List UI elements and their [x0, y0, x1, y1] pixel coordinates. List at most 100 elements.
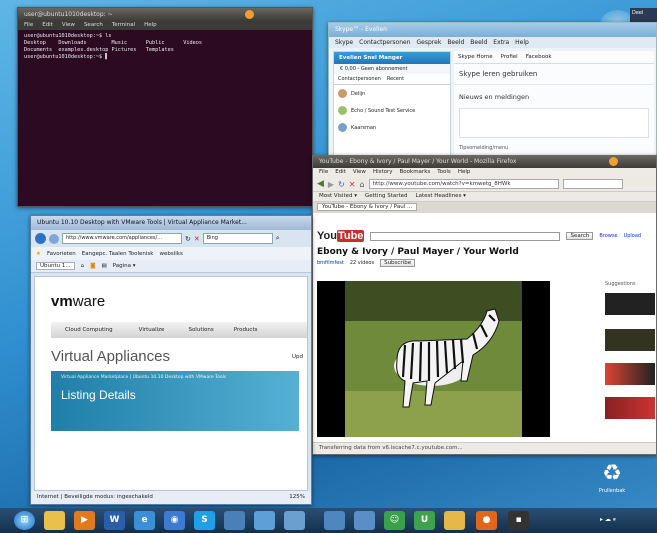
youtube-browse-link[interactable]: Browse	[599, 233, 617, 239]
vmware-nav-cloud[interactable]: Cloud Computing	[51, 327, 127, 333]
suggested-video-thumb[interactable]	[605, 397, 655, 419]
firefox-menu-help[interactable]: Help	[458, 169, 471, 176]
youtube-upload-link[interactable]: Upload	[624, 233, 642, 239]
youtube-search-input[interactable]	[370, 231, 561, 241]
chrome-icon[interactable]: ◉	[164, 511, 185, 530]
firefox-window[interactable]: YouTube - Ebony & Ivory / Paul Mayer / Y…	[312, 155, 657, 455]
skype-menu-contacts[interactable]: Contactpersonen	[359, 39, 410, 46]
skype-learn[interactable]: Skype leren gebruiken	[454, 64, 654, 84]
skype-tab-home[interactable]: Skype Home	[458, 54, 493, 60]
bookmark-most-visited[interactable]: Most Visited ▾	[319, 193, 357, 200]
ie-webslices[interactable]: websliks	[159, 251, 182, 257]
vmware-nav-solutions[interactable]: Solutions	[176, 327, 225, 333]
forward-icon[interactable]: ▶	[328, 180, 334, 189]
firefox-menu-edit[interactable]: Edit	[335, 169, 346, 176]
ie-page-menu[interactable]: Pagina ▾	[113, 263, 136, 269]
terminal-menu-edit[interactable]: Edit	[42, 22, 53, 29]
media-player-icon[interactable]: ▶	[74, 511, 95, 530]
skype-menu-call[interactable]: Gesprek	[417, 39, 442, 46]
bookmark-getting-started[interactable]: Getting Started	[365, 193, 408, 200]
back-icon[interactable]: ◀	[317, 179, 324, 189]
channel-videos[interactable]: 22 videos	[350, 260, 374, 266]
refresh-icon[interactable]: ↻	[185, 235, 191, 243]
skype-menu-view[interactable]: Beeld	[447, 39, 464, 46]
terminal-menu-search[interactable]: Search	[84, 22, 103, 29]
start-button[interactable]: ⊞	[14, 511, 35, 530]
search-engine-icon[interactable]	[562, 179, 623, 189]
tab-youtube[interactable]: YouTube - Ebony & Ivory / Paul ...	[317, 203, 418, 211]
terminal-menu-help[interactable]: Help	[144, 22, 157, 29]
skype-tab-recent[interactable]: Recent	[387, 76, 404, 82]
vmware-logo[interactable]: vmware	[35, 277, 307, 310]
skype-titlebar[interactable]: Skype™ - Evelien	[329, 23, 656, 37]
print-icon[interactable]: ▤	[101, 263, 106, 269]
recycle-bin-icon[interactable]: ♻ Prullenbak	[597, 460, 627, 500]
suggested-video-thumb[interactable]	[605, 293, 655, 315]
skype-tab-profile[interactable]: Profiel	[501, 54, 518, 60]
search-icon[interactable]: ⌕	[276, 234, 280, 243]
skype-credit[interactable]: € 0,00 - Geen abonnement	[334, 64, 450, 74]
ie-zoom[interactable]: 125%	[289, 494, 305, 501]
system-tray[interactable]: ▸ ☁ ⏸	[600, 516, 616, 524]
terminal-menu-view[interactable]: View	[62, 22, 75, 29]
word-icon[interactable]: W	[104, 511, 125, 530]
list-item[interactable]: Delijn	[334, 85, 450, 102]
subscribe-button[interactable]: Subscribe	[380, 259, 416, 267]
skype-tab-contacts[interactable]: Contactpersonen	[338, 76, 381, 82]
ie-favorites[interactable]: Favorieten	[47, 251, 76, 257]
ie-search-input[interactable]: Bing	[202, 233, 273, 244]
ie-suggested[interactable]: Eangepc. Taalen Toolenisk	[82, 251, 154, 257]
video-player[interactable]	[317, 281, 550, 437]
ubuntu-icon[interactable]: U	[414, 511, 435, 530]
settings-icon[interactable]	[324, 511, 345, 530]
photos-icon[interactable]	[444, 511, 465, 530]
home-icon[interactable]: ⌂	[81, 263, 85, 269]
paint-icon[interactable]	[254, 511, 275, 530]
terminal-titlebar[interactable]: user@ubuntu1010desktop: ~	[18, 8, 312, 21]
document-icon[interactable]	[284, 511, 305, 530]
terminal-menu-terminal[interactable]: Terminal	[112, 22, 135, 29]
stop-icon[interactable]: ✕	[194, 235, 200, 243]
firefox-titlebar[interactable]: YouTube - Ebony & Ivory / Paul Mayer / Y…	[313, 156, 656, 168]
bookmark-latest-headlines[interactable]: Latest Headlines ▾	[416, 193, 466, 200]
skype-user-bar[interactable]: Evelien Snel Manger	[334, 52, 450, 64]
favorites-star-icon[interactable]: ★	[36, 251, 41, 257]
url-input[interactable]: http://www.youtube.com/watch?v=kmwetg_8H…	[368, 179, 559, 189]
rss-icon[interactable]: ◙	[90, 263, 95, 269]
list-item[interactable]: Echo / Sound Test Service	[334, 102, 450, 119]
skype-menu-view2[interactable]: Beeld	[470, 39, 487, 46]
terminal-menu-file[interactable]: File	[24, 22, 33, 29]
back-icon[interactable]	[35, 233, 46, 244]
calculator-icon[interactable]	[224, 511, 245, 530]
firefox-menu-bookmarks[interactable]: Bookmarks	[400, 169, 431, 176]
firefox-menu-history[interactable]: History	[373, 169, 393, 176]
skype-menu-skype[interactable]: Skype	[335, 39, 353, 46]
app-icon[interactable]	[354, 511, 375, 530]
skype-menu-help[interactable]: Help	[515, 39, 529, 46]
youtube-search-button[interactable]: Search	[566, 232, 594, 240]
vmware-nav-products[interactable]: Products	[226, 327, 266, 333]
forward-icon[interactable]	[49, 233, 59, 244]
ie-titlebar[interactable]: Ubuntu 10.10 Desktop with VMware Tools |…	[31, 216, 311, 230]
firefox-menu-view[interactable]: View	[353, 169, 366, 176]
terminal-window[interactable]: user@ubuntu1010desktop: ~ File Edit View…	[17, 7, 313, 207]
skype-tab-facebook[interactable]: Facebook	[526, 54, 552, 60]
terminal-icon[interactable]: ▪	[508, 511, 529, 530]
terminal-output[interactable]: user@ubuntu1010desktop:~$ ls Desktop Dow…	[18, 30, 312, 64]
firefox-menu-file[interactable]: File	[319, 169, 328, 176]
skype-icon[interactable]: S	[194, 511, 215, 530]
suggested-video-thumb[interactable]	[605, 329, 655, 351]
people-icon[interactable]: ☺	[384, 511, 405, 530]
stop-icon[interactable]: ✕	[349, 180, 356, 189]
ie-icon[interactable]: e	[134, 511, 155, 530]
ie-address-input[interactable]: http://www.vmware.com/appliances/...	[62, 233, 182, 244]
ubuntu-close-icon[interactable]	[609, 157, 618, 166]
reload-icon[interactable]: ↻	[338, 180, 345, 189]
ubuntu-close-icon[interactable]	[245, 10, 254, 19]
breadcrumb[interactable]: Virtual Appliance Marketplace | Ubuntu 1…	[61, 375, 289, 380]
suggested-video-thumb[interactable]	[605, 363, 655, 385]
firefox-menu-tools[interactable]: Tools	[437, 169, 451, 176]
channel-name[interactable]: bmfilmfest	[317, 260, 344, 266]
explorer-icon[interactable]	[44, 511, 65, 530]
firefox-icon[interactable]: ●	[476, 511, 497, 530]
